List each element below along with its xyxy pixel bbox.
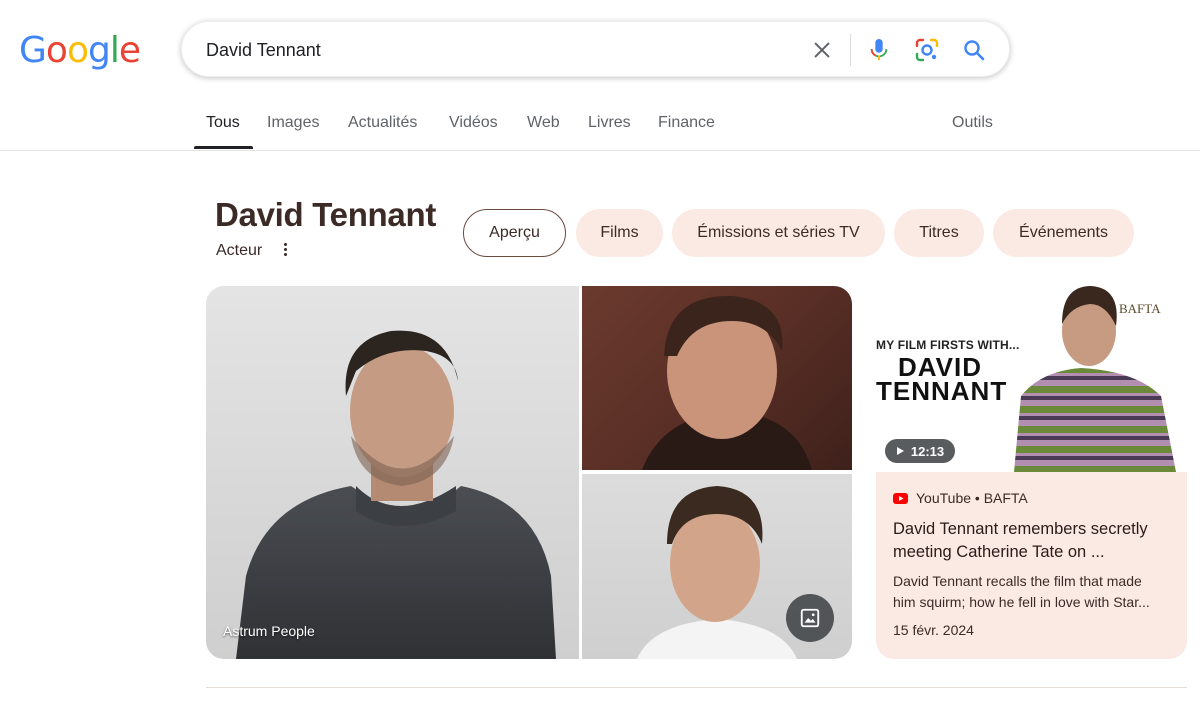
video-thumbnail[interactable]: MY FILM FIRSTS WITH... DAVID TENNANT BAF… [876,286,1187,472]
video-description: David Tennant recalls the film that made… [893,571,1175,613]
youtube-icon [893,492,908,504]
bafta-brand-text: BAFTA [1119,301,1161,316]
thumbnail-kicker-text: MY FILM FIRSTS WITH... [876,338,1020,352]
tools-button[interactable]: Outils [952,114,993,132]
search-input[interactable] [206,36,766,64]
chip-tv-shows[interactable]: Émissions et séries TV [672,209,885,257]
clear-icon[interactable] [808,36,836,64]
logo-letter: o [66,30,89,71]
google-logo[interactable]: Google [19,30,141,71]
search-tabs: Tous Images Actualités Vidéos Web Livres… [0,100,1200,151]
logo-letter: e [118,30,141,71]
tab-tous[interactable]: Tous [206,114,240,132]
chip-apercu[interactable]: Aperçu [463,209,566,257]
search-divider [850,34,851,66]
search-icon[interactable] [960,36,988,64]
main-portrait-image[interactable] [206,286,579,659]
logo-letter: G [19,30,47,71]
entity-subtitle: Acteur [216,242,263,259]
microphone-icon[interactable] [865,36,893,64]
tab-web[interactable]: Web [527,114,560,132]
video-result-card[interactable]: MY FILM FIRSTS WITH... DAVID TENNANT BAF… [876,286,1187,659]
video-title[interactable]: David Tennant remembers secretly meeting… [893,518,1178,564]
chip-evenements[interactable]: Événements [993,209,1134,257]
video-source-label: YouTube • BAFTA [916,490,1028,506]
logo-letter: l [109,30,120,71]
more-options-icon[interactable] [278,238,292,260]
chip-titres[interactable]: Titres [894,209,984,257]
tab-livres[interactable]: Livres [588,114,631,132]
video-source: YouTube • BAFTA [893,490,1028,506]
tab-finance[interactable]: Finance [658,114,715,132]
image-source-caption: Astrum People [223,623,315,639]
active-tab-indicator [194,146,253,149]
logo-letter: o [45,30,68,71]
search-bar [181,21,1010,77]
video-description-line: him squirm; how he fell in love with Sta… [893,594,1150,610]
thumbnail-line-2: TENNANT [876,376,1008,406]
video-duration: 12:13 [910,443,945,459]
video-duration-badge: 12:13 [885,439,955,463]
video-date: 15 févr. 2024 [893,622,974,638]
logo-letter: g [87,30,111,71]
chip-films[interactable]: Films [576,209,663,257]
tab-images[interactable]: Images [267,114,319,132]
video-description-line: David Tennant recalls the film that made [893,573,1142,589]
tab-videos[interactable]: Vidéos [449,114,498,132]
entity-title: David Tennant [215,196,437,233]
section-divider [206,687,1187,688]
play-icon [896,447,904,455]
google-lens-icon[interactable] [913,36,941,64]
tab-actualites[interactable]: Actualités [348,114,417,132]
portrait-image-2[interactable] [582,286,852,470]
image-gallery-icon[interactable] [786,594,834,642]
